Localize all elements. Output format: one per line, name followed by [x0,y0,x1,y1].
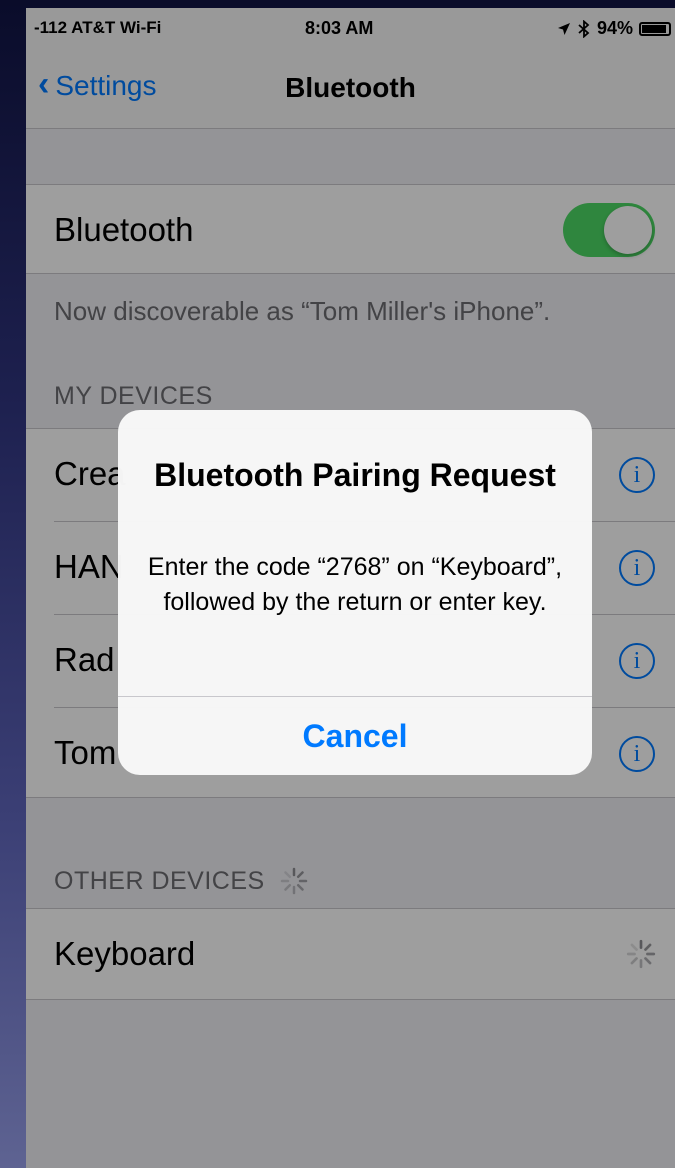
alert-title: Bluetooth Pairing Request [154,457,556,493]
phone-screen: -112 AT&T Wi-Fi 8:03 AM 94% ‹ Settings B… [26,8,675,1168]
alert-message: Enter the code “2768” on “Keyboard”, fol… [147,553,563,616]
cancel-button[interactable]: Cancel [118,697,592,775]
pairing-alert-dialog: Bluetooth Pairing Request Enter the code… [118,410,592,775]
